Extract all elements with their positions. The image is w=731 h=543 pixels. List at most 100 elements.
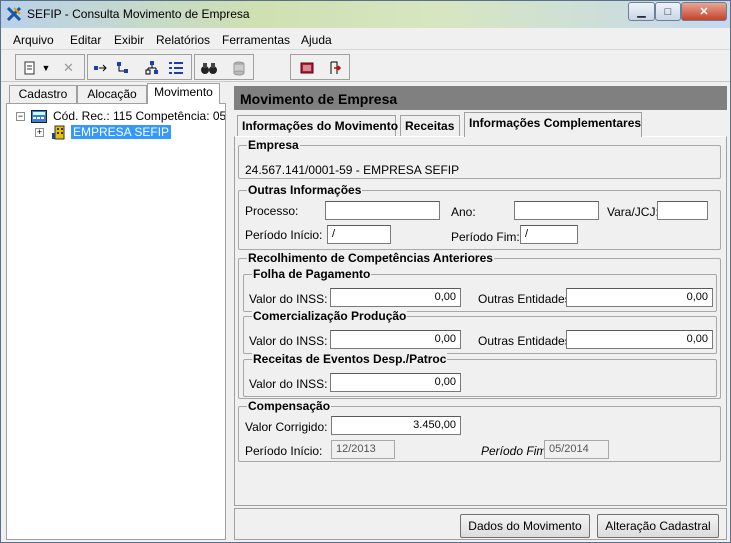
tree-child-label: EMPRESA SEFIP bbox=[71, 125, 172, 139]
receitas-inss-field[interactable]: 0,00 bbox=[330, 373, 461, 392]
outras-informacoes-group: Outras Informações Processo: Ano: Vara/J… bbox=[238, 183, 721, 250]
menu-relatorios[interactable]: Relatórios bbox=[156, 33, 210, 47]
compensacao-inicio-field[interactable]: 12/2013 bbox=[331, 440, 395, 459]
folha-inss-field[interactable]: 0,00 bbox=[330, 288, 461, 307]
hierarchy-icon bbox=[145, 61, 158, 75]
compensacao-inicio-label: Período Início: bbox=[245, 444, 323, 458]
new-document-button[interactable] bbox=[19, 58, 40, 78]
folha-outras-field[interactable]: 0,00 bbox=[566, 288, 713, 307]
receitas-legend: Receitas de Eventos Desp./Patroc bbox=[252, 352, 448, 366]
folha-outras-label: Outras Entidades: bbox=[478, 292, 575, 306]
vara-field[interactable] bbox=[657, 201, 708, 220]
menu-ferramentas[interactable]: Ferramentas bbox=[222, 33, 290, 47]
close-icon: ✕ bbox=[699, 6, 709, 18]
comercializacao-inss-label: Valor do INSS: bbox=[249, 334, 328, 348]
minimize-icon: ▁ bbox=[637, 6, 646, 18]
comercializacao-outras-label: Outras Entidades: bbox=[478, 334, 575, 348]
right-panel: Movimento de Empresa Informações do Movi… bbox=[234, 86, 727, 540]
hierarchy-button[interactable] bbox=[141, 58, 162, 78]
company-tree: − Cód. Rec.: 115 Competência: 05/20 + EM… bbox=[6, 103, 226, 540]
search-button[interactable] bbox=[198, 58, 219, 78]
empresa-group: Empresa 24.567.141/0001-59 - EMPRESA SEF… bbox=[238, 138, 721, 179]
toolbar-group-help bbox=[290, 54, 350, 80]
compensacao-legend: Compensação bbox=[247, 399, 332, 413]
list-view-button[interactable] bbox=[165, 58, 186, 78]
valor-corrigido-label: Valor Corrigido: bbox=[245, 420, 328, 434]
building-icon bbox=[52, 125, 65, 140]
main-window: SEFIP - Consulta Movimento de Empresa ▁ … bbox=[0, 0, 731, 543]
ano-field[interactable] bbox=[514, 201, 599, 220]
menu-ajuda[interactable]: Ajuda bbox=[301, 33, 332, 47]
left-panel: Cadastro Alocação Movimento − Cód. Rec.:… bbox=[6, 83, 226, 540]
periodo-inicio-label: Período Início: bbox=[245, 228, 323, 242]
delete-button[interactable]: ✕ bbox=[58, 58, 79, 78]
recolhimento-legend: Recolhimento de Competências Anteriores bbox=[247, 251, 494, 265]
collapse-icon[interactable]: − bbox=[16, 112, 25, 121]
menu-exibir[interactable]: Exibir bbox=[114, 33, 144, 47]
tree-root-label: Cód. Rec.: 115 Competência: 05/20 bbox=[53, 109, 226, 123]
periodo-inicio-field[interactable]: / bbox=[327, 225, 391, 244]
window-title: SEFIP - Consulta Movimento de Empresa bbox=[27, 7, 250, 21]
tab-alocacao[interactable]: Alocação bbox=[77, 85, 147, 103]
empresa-value: 24.567.141/0001-59 - EMPRESA SEFIP bbox=[245, 163, 460, 177]
move-right-button[interactable] bbox=[90, 58, 111, 78]
compensacao-fim-label: Período Fim: bbox=[481, 444, 550, 458]
tab-receitas[interactable]: Receitas bbox=[400, 115, 460, 137]
minimize-button[interactable]: ▁ bbox=[628, 2, 655, 21]
vara-label: Vara/JCJ: bbox=[607, 205, 659, 219]
arrow-right-icon bbox=[93, 64, 107, 72]
periodo-fim-label: Período Fim: bbox=[451, 230, 520, 244]
processo-field[interactable] bbox=[325, 201, 440, 220]
toolbar: ▼ ✕ bbox=[1, 52, 730, 82]
alteracao-cadastral-button[interactable]: Alteração Cadastral bbox=[597, 514, 719, 538]
tab-informacoes-complementares[interactable]: Informações Complementares bbox=[464, 112, 642, 137]
toolbar-group-edit: ▼ ✕ bbox=[15, 54, 85, 80]
tree-structure-icon bbox=[116, 62, 128, 73]
tree-expand-button[interactable] bbox=[112, 58, 133, 78]
comercializacao-group: Comercialização Produção Valor do INSS: … bbox=[243, 309, 717, 354]
tab-cadastro[interactable]: Cadastro bbox=[9, 85, 77, 103]
tab-content: Empresa 24.567.141/0001-59 - EMPRESA SEF… bbox=[234, 136, 727, 506]
menu-arquivo[interactable]: Arquivo bbox=[13, 33, 54, 47]
folha-pagamento-group: Folha de Pagamento Valor do INSS: 0,00 O… bbox=[243, 267, 717, 312]
exit-button[interactable] bbox=[324, 58, 345, 78]
expand-icon[interactable]: + bbox=[35, 128, 44, 137]
database-icon bbox=[233, 61, 244, 76]
folha-inss-label: Valor do INSS: bbox=[249, 292, 328, 306]
compensacao-fim-field[interactable]: 05/2014 bbox=[544, 440, 609, 459]
calculator-icon bbox=[31, 110, 47, 123]
periodo-fim-field[interactable]: / bbox=[520, 225, 578, 244]
tab-informacoes-movimento[interactable]: Informações do Movimento bbox=[237, 115, 398, 137]
maximize-button[interactable]: □ bbox=[655, 2, 681, 21]
binoculars-icon bbox=[200, 63, 217, 74]
receitas-inss-label: Valor do INSS: bbox=[249, 377, 328, 391]
menu-bar: Arquivo Editar Exibir Relatórios Ferrame… bbox=[1, 30, 730, 50]
comercializacao-outras-field[interactable]: 0,00 bbox=[566, 330, 713, 349]
tab-movimento[interactable]: Movimento bbox=[147, 83, 220, 104]
dados-movimento-button[interactable]: Dados do Movimento bbox=[460, 514, 590, 538]
menu-editar[interactable]: Editar bbox=[70, 33, 101, 47]
bottom-button-bar: Dados do Movimento Alteração Cadastral bbox=[234, 508, 727, 540]
help-book-button[interactable] bbox=[296, 58, 317, 78]
chevron-down-icon: ▼ bbox=[41, 63, 51, 73]
empresa-legend: Empresa bbox=[247, 138, 300, 152]
comercializacao-legend: Comercialização Produção bbox=[252, 309, 408, 323]
close-button[interactable]: ✕ bbox=[681, 2, 727, 21]
list-icon bbox=[168, 62, 183, 74]
compensacao-group: Compensação Valor Corrigido: 3.450,00 Pe… bbox=[238, 399, 721, 462]
database-button[interactable] bbox=[228, 58, 249, 78]
comercializacao-inss-field[interactable]: 0,00 bbox=[330, 330, 461, 349]
folha-legend: Folha de Pagamento bbox=[252, 267, 372, 281]
sefip-app-icon bbox=[7, 7, 21, 21]
outras-legend: Outras Informações bbox=[247, 183, 363, 197]
valor-corrigido-field[interactable]: 3.450,00 bbox=[331, 416, 461, 435]
toolbar-group-nav bbox=[87, 54, 192, 80]
delete-icon: ✕ bbox=[63, 60, 74, 75]
left-tabs: Cadastro Alocação Movimento bbox=[6, 83, 226, 104]
dropdown-arrow-button[interactable]: ▼ bbox=[40, 58, 52, 78]
new-document-icon bbox=[24, 61, 34, 75]
ano-label: Ano: bbox=[451, 205, 476, 219]
maximize-icon: □ bbox=[664, 5, 672, 18]
receitas-eventos-group: Receitas de Eventos Desp./Patroc Valor d… bbox=[243, 352, 717, 397]
panel-header: Movimento de Empresa bbox=[234, 86, 727, 110]
